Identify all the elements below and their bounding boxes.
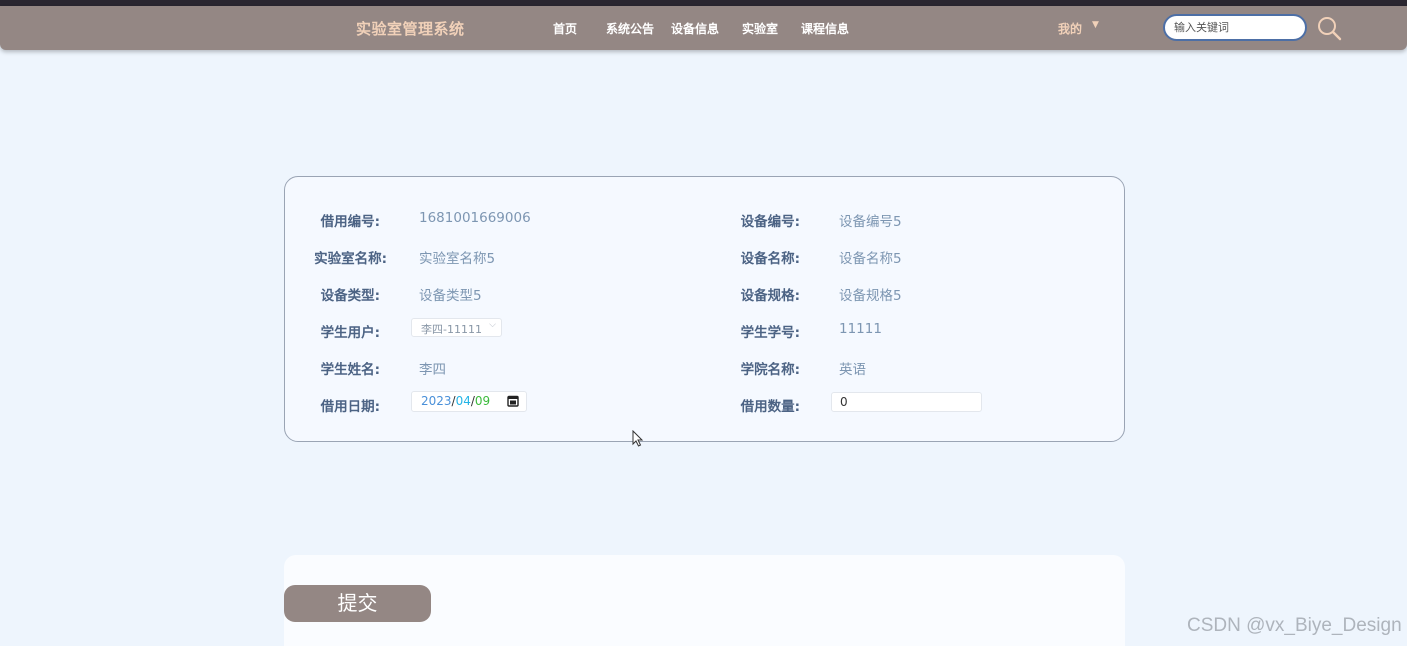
nav-home[interactable]: 首页 [553,20,577,37]
device-spec-value: 设备规格5 [839,288,902,304]
device-type-label: 设备类型: [320,288,380,304]
nav-announcements[interactable]: 系统公告 [606,20,654,37]
date-year: 2023 [421,394,452,408]
student-user-selected: 李四-11111 [421,323,482,336]
submit-button[interactable]: 提交 [284,585,431,622]
device-no-value: 设备编号5 [839,214,902,230]
student-no-label: 学生学号: [740,325,800,341]
search-icon[interactable] [1316,15,1342,41]
student-name-label: 学生姓名: [320,362,380,378]
borrow-qty-label: 借用数量: [740,399,800,415]
nav-course-info[interactable]: 课程信息 [801,20,849,37]
device-name-value: 设备名称5 [839,251,902,267]
caret-down-icon: ▼ [1092,20,1099,30]
student-no-value: 11111 [839,321,882,337]
nav-lab[interactable]: 实验室 [742,20,778,37]
nav-device-info[interactable]: 设备信息 [671,20,719,37]
device-type-value: 设备类型5 [419,288,482,304]
top-navbar: 实验室管理系统 首页 系统公告 设备信息 实验室 课程信息 我的 ▼ [0,6,1407,50]
student-user-label: 学生用户: [320,325,380,341]
college-name-label: 学院名称: [740,362,800,378]
date-month: 04 [455,394,471,408]
device-spec-label: 设备规格: [740,288,800,304]
calendar-icon[interactable] [507,395,519,407]
date-day: 09 [474,394,491,408]
brand-title: 实验室管理系统 [356,20,465,38]
search-input[interactable] [1163,14,1307,41]
chevron-down-icon: ⌵ [489,320,496,330]
student-name-value: 李四 [419,362,446,378]
borrow-detail-form: 借用编号: 1681001669006 实验室名称: 实验室名称5 设备类型: … [284,176,1125,442]
lab-name-value: 实验室名称5 [419,251,496,267]
borrow-date-label: 借用日期: [320,399,380,415]
borrow-no-value: 1681001669006 [419,210,531,226]
nav-mine-menu[interactable]: 我的 [1058,20,1082,37]
device-name-label: 设备名称: [740,251,800,267]
lab-name-label: 实验室名称: [314,251,387,267]
student-user-select[interactable]: 李四-11111 ⌵ [411,318,502,337]
mouse-cursor-icon [632,430,644,447]
borrow-no-label: 借用编号: [320,214,380,230]
borrow-date-input[interactable]: 2023/04/09 [411,391,527,412]
college-name-value: 英语 [839,362,866,378]
watermark-text: CSDN @vx_Biye_Design [1187,615,1402,636]
device-no-label: 设备编号: [740,214,800,230]
borrow-qty-input[interactable] [831,392,982,412]
